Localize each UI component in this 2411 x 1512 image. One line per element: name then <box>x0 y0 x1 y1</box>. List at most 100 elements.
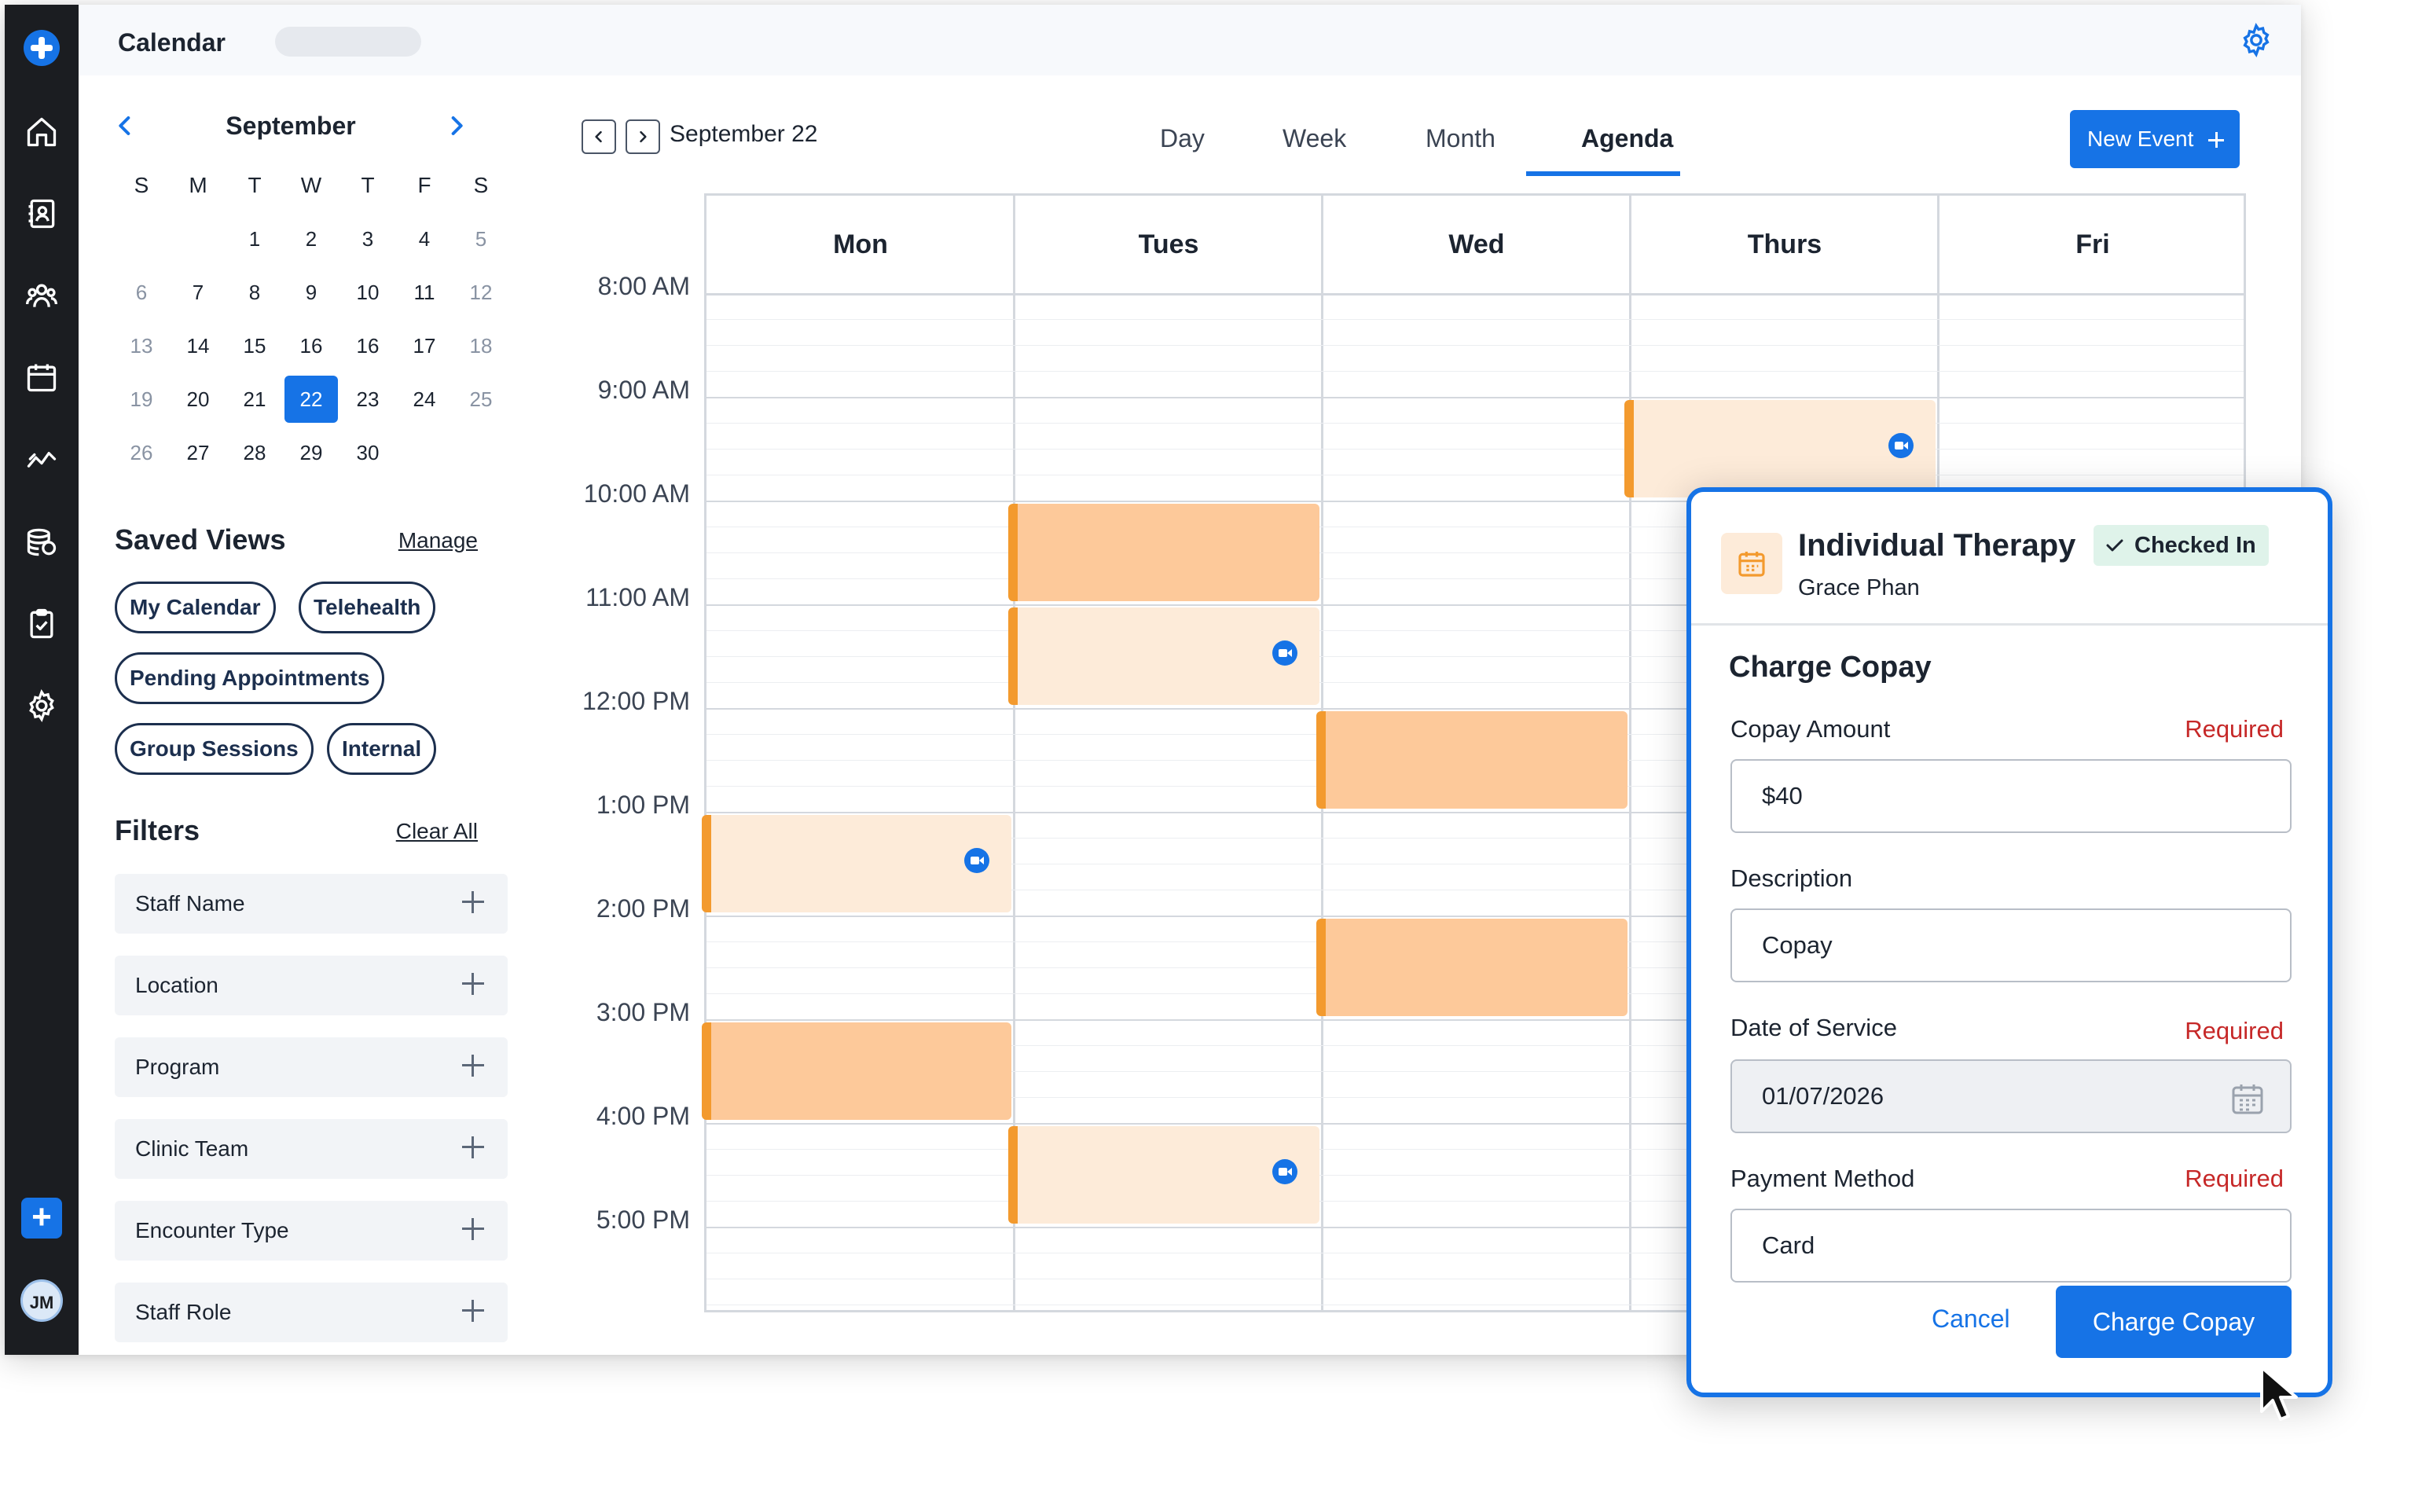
home-icon[interactable] <box>23 113 61 151</box>
calendar-icon[interactable] <box>23 358 61 396</box>
analytics-icon[interactable] <box>23 440 61 478</box>
tab-agenda[interactable]: Agenda <box>1581 124 1673 153</box>
mini-calendar-header: September <box>110 107 472 146</box>
chevron-right-icon[interactable] <box>440 110 472 141</box>
event-block[interactable] <box>1316 711 1628 809</box>
calendar-day[interactable]: 30 <box>341 429 394 476</box>
copay-amount-input[interactable]: $40 <box>1730 759 2292 833</box>
calendar-day[interactable]: 21 <box>228 376 281 423</box>
calendar-day[interactable]: 16 <box>341 322 394 369</box>
calendar-day[interactable]: 23 <box>341 376 394 423</box>
charge-copay-button[interactable]: Charge Copay <box>2056 1286 2292 1358</box>
time-label: 9:00 AM <box>597 376 690 404</box>
tab-week[interactable]: Week <box>1283 124 1346 153</box>
search-pill[interactable] <box>275 27 421 57</box>
calendar-day[interactable]: 28 <box>228 429 281 476</box>
tab-day[interactable]: Day <box>1160 124 1205 153</box>
calendar-day[interactable]: 14 <box>171 322 225 369</box>
filter-row[interactable]: Encounter Type <box>115 1201 508 1261</box>
calendar-day[interactable]: 8 <box>228 269 281 316</box>
calendar-day[interactable]: 9 <box>284 269 338 316</box>
description-input[interactable]: Copay <box>1730 908 2292 982</box>
saved-view-chip[interactable]: Telehealth <box>299 582 436 633</box>
calendar-day[interactable]: 10 <box>341 269 394 316</box>
calendar-day[interactable]: 11 <box>398 269 451 316</box>
plus-icon[interactable] <box>461 1217 486 1242</box>
plus-icon[interactable] <box>461 1298 486 1323</box>
calendar-day[interactable]: 4 <box>398 215 451 262</box>
calendar-day[interactable]: 22 <box>284 376 338 423</box>
video-call-icon[interactable] <box>1272 640 1297 666</box>
video-call-icon[interactable] <box>1888 433 1914 458</box>
payment-method-select[interactable]: Card <box>1730 1209 2292 1283</box>
current-date: September 22 <box>670 121 818 147</box>
gear-icon[interactable] <box>2238 22 2274 58</box>
calendar-day[interactable]: 6 <box>115 269 168 316</box>
calendar-day[interactable]: 27 <box>171 429 225 476</box>
filter-row[interactable]: Program <box>115 1037 508 1097</box>
day-column-header: Fri <box>2075 229 2110 259</box>
calendar-picker-icon[interactable] <box>2229 1080 2266 1117</box>
plus-icon[interactable] <box>461 1135 486 1160</box>
calendar-day[interactable]: 7 <box>171 269 225 316</box>
quarter-line <box>706 345 2244 346</box>
filter-label: Encounter Type <box>135 1218 289 1242</box>
billing-icon[interactable] <box>23 523 61 561</box>
tasks-icon[interactable] <box>23 605 61 643</box>
clear-all-link[interactable]: Clear All <box>396 819 478 844</box>
calendar-day[interactable]: 13 <box>115 322 168 369</box>
clients-icon[interactable] <box>23 277 61 314</box>
next-date-button[interactable] <box>626 119 660 154</box>
plus-icon[interactable] <box>461 971 486 996</box>
plus-icon[interactable] <box>461 890 486 915</box>
calendar-day[interactable]: 12 <box>454 269 508 316</box>
calendar-day[interactable]: 5 <box>454 215 508 262</box>
calendar-day[interactable]: 19 <box>115 376 168 423</box>
calendar-day[interactable]: 1 <box>228 215 281 262</box>
prev-date-button[interactable] <box>582 119 616 154</box>
new-event-button[interactable]: New Event <box>2070 110 2240 168</box>
event-block[interactable] <box>1008 504 1319 601</box>
contacts-icon[interactable] <box>23 195 61 233</box>
calendar-day[interactable]: 25 <box>454 376 508 423</box>
user-avatar[interactable]: JM <box>20 1279 63 1322</box>
manage-link[interactable]: Manage <box>398 528 478 553</box>
saved-view-chip[interactable]: My Calendar <box>115 582 276 633</box>
saved-view-chip[interactable]: Pending Appointments <box>115 652 385 704</box>
event-block[interactable] <box>1624 400 1936 497</box>
calendar-day[interactable]: 20 <box>171 376 225 423</box>
calendar-day[interactable]: 16 <box>284 322 338 369</box>
event-block[interactable] <box>1316 919 1628 1016</box>
plus-icon[interactable] <box>461 1053 486 1078</box>
filter-row[interactable]: Staff Name <box>115 874 508 934</box>
cancel-button[interactable]: Cancel <box>1932 1305 2010 1334</box>
status-badge-label: Checked In <box>2134 533 2256 558</box>
calendar-day[interactable]: 3 <box>341 215 394 262</box>
saved-view-chip[interactable]: Internal <box>327 723 437 775</box>
logo-icon[interactable] <box>24 30 60 66</box>
video-call-icon[interactable] <box>1272 1159 1297 1184</box>
time-label: 10:00 AM <box>583 479 690 508</box>
quarter-line <box>706 449 2244 450</box>
add-button[interactable]: + <box>21 1198 62 1239</box>
settings-icon[interactable] <box>23 687 61 725</box>
calendar-day[interactable]: 17 <box>398 322 451 369</box>
video-call-icon[interactable] <box>964 848 989 873</box>
calendar-day[interactable]: 2 <box>284 215 338 262</box>
saved-view-chip[interactable]: Group Sessions <box>115 723 314 775</box>
filter-row[interactable]: Location <box>115 956 508 1015</box>
date-of-service-input[interactable]: 01/07/2026 <box>1730 1059 2292 1133</box>
filter-row[interactable]: Clinic Team <box>115 1119 508 1179</box>
calendar-day[interactable]: 15 <box>228 322 281 369</box>
calendar-day[interactable]: 18 <box>454 322 508 369</box>
time-label: 1:00 PM <box>596 791 690 819</box>
filter-row[interactable]: Staff Role <box>115 1283 508 1342</box>
event-block[interactable] <box>702 815 1011 912</box>
event-block[interactable] <box>1008 1126 1319 1224</box>
calendar-day[interactable]: 26 <box>115 429 168 476</box>
calendar-day[interactable]: 29 <box>284 429 338 476</box>
event-block[interactable] <box>1008 607 1319 705</box>
tab-month[interactable]: Month <box>1426 124 1495 153</box>
calendar-day[interactable]: 24 <box>398 376 451 423</box>
event-block[interactable] <box>702 1022 1011 1120</box>
